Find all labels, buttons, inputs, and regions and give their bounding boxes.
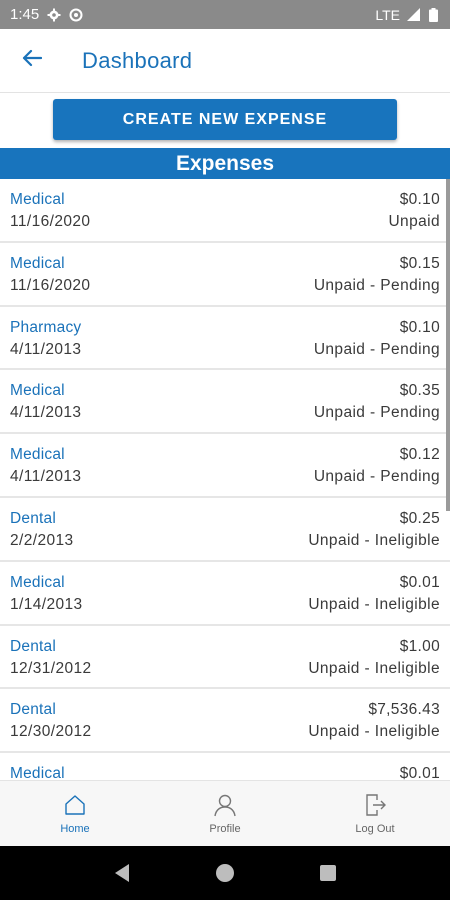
- item-left: Medical 1/14/2013: [10, 572, 83, 624]
- item-right: $0.01: [400, 763, 440, 780]
- expense-date: 4/11/2013: [10, 404, 82, 422]
- expense-list-item[interactable]: Dental 2/2/2013 $0.25 Unpaid - Ineligible: [0, 498, 450, 562]
- expense-category: Dental: [10, 637, 57, 655]
- status-right: LTE: [375, 7, 440, 23]
- expense-amount: $0.10: [399, 191, 440, 208]
- expense-category: Medical: [10, 382, 65, 400]
- expense-status: Unpaid - Pending: [313, 404, 440, 422]
- expense-status: Unpaid: [388, 213, 440, 230]
- expense-list-item[interactable]: Medical $0.01: [0, 753, 450, 780]
- expense-date: 11/16/2020: [10, 213, 91, 230]
- page-title: Dashboard: [82, 47, 193, 73]
- expense-amount: $0.12: [399, 446, 440, 464]
- expense-date: 1/14/2013: [10, 595, 83, 613]
- item-left: Medical 11/16/2020: [10, 189, 90, 241]
- expense-date: 12/31/2012: [10, 659, 92, 677]
- item-left: Medical 4/11/2013: [10, 380, 81, 432]
- expense-category: Medical: [10, 573, 65, 591]
- expense-status: Unpaid - Pending: [313, 276, 440, 294]
- status-left: 1:45: [10, 6, 83, 23]
- item-right: $0.12 Unpaid - Pending: [314, 444, 440, 496]
- create-new-expense-button[interactable]: CREATE NEW EXPENSE: [53, 99, 397, 140]
- home-icon: [62, 792, 88, 818]
- expense-amount: $0.15: [399, 254, 440, 272]
- expense-amount: $7,536.43: [368, 701, 440, 719]
- nav-item-home[interactable]: Home: [0, 781, 150, 846]
- app-bar: Dashboard: [0, 29, 450, 93]
- item-right: $0.10 Unpaid: [388, 189, 440, 241]
- nav-item-profile[interactable]: Profile: [150, 781, 300, 846]
- item-right: $0.25 Unpaid - Ineligible: [308, 508, 440, 560]
- expense-status: Unpaid - Ineligible: [308, 659, 440, 677]
- status-bar: 1:45 LTE: [0, 0, 450, 29]
- expense-category: Dental: [10, 701, 57, 719]
- expense-category: Medical: [10, 191, 65, 208]
- expense-date: 12/30/2012: [10, 723, 92, 741]
- settings-icon: [47, 8, 61, 22]
- expense-category: Dental: [10, 509, 57, 527]
- item-right: $0.01 Unpaid - Ineligible: [308, 572, 440, 624]
- bottom-nav: Home Profile Log Out: [0, 780, 450, 846]
- expense-category: Medical: [10, 254, 65, 272]
- back-triangle-icon[interactable]: [107, 858, 137, 888]
- expense-status: Unpaid - Pending: [313, 340, 440, 358]
- item-left: Dental 2/2/2013: [10, 508, 74, 560]
- expense-amount: $0.25: [399, 509, 440, 527]
- expense-list-item[interactable]: Medical 4/11/2013 $0.35 Unpaid - Pending: [0, 370, 450, 435]
- expense-list-item[interactable]: Dental 12/30/2012 $7,536.43 Unpaid - Inelig…: [0, 689, 450, 754]
- item-left: Medical 4/11/2013: [10, 444, 81, 496]
- item-right: $0.10 Unpaid - Pending: [314, 317, 440, 369]
- network-type: LTE: [375, 6, 400, 23]
- nav-label-home: Home: [60, 823, 90, 835]
- item-right: $0.35 Unpaid - Pending: [314, 380, 440, 432]
- expense-amount: $0.10: [399, 318, 440, 336]
- expense-list-item[interactable]: Medical 11/16/2020 $0.10 Unpaid: [0, 179, 450, 243]
- expense-amount: $0.01: [399, 573, 440, 591]
- expense-list-item[interactable]: Medical 1/14/2013 $0.01 Unpaid - Ineligible: [0, 562, 450, 626]
- expenses-header: Expenses: [0, 148, 450, 179]
- item-right: $7,536.43 Unpaid - Ineligible: [308, 699, 440, 751]
- expense-amount: $0.35: [399, 382, 440, 400]
- item-left: Dental 12/30/2012: [10, 699, 92, 751]
- expense-category: Medical: [10, 446, 65, 464]
- expense-status: Unpaid - Ineligible: [308, 595, 440, 613]
- expense-status: Unpaid - Pending: [313, 468, 440, 486]
- expense-list-item[interactable]: Medical 4/11/2013 $0.12 Unpaid - Pending: [0, 434, 450, 498]
- expense-category: Pharmacy: [10, 318, 82, 336]
- home-circle-icon[interactable]: [210, 858, 240, 888]
- arrow-left-icon: [22, 49, 43, 72]
- expense-list-item[interactable]: Pharmacy 4/11/2013 $0.10 Unpaid - Pending: [0, 307, 450, 371]
- expense-amount: $0.01: [399, 765, 440, 780]
- expense-list[interactable]: Medical 11/16/2020 $0.10 Unpaid Medical 11/16…: [0, 179, 450, 780]
- expense-amount: $1.00: [399, 637, 440, 655]
- back-button[interactable]: [0, 29, 64, 93]
- nav-label-profile: Profile: [209, 823, 241, 835]
- sync-icon: [69, 8, 83, 22]
- expense-category: Medical: [10, 765, 65, 780]
- expense-status: Unpaid - Ineligible: [308, 723, 440, 741]
- item-left: Medical 11/16/2020: [10, 253, 90, 305]
- logout-icon: [362, 792, 388, 818]
- expense-list-item[interactable]: Dental 12/31/2012 $1.00 Unpaid - Ineligible: [0, 626, 450, 690]
- profile-icon: [212, 792, 238, 818]
- item-left: Pharmacy 4/11/2013: [10, 317, 81, 369]
- expense-date: 4/11/2013: [10, 340, 82, 358]
- expense-date: 4/11/2013: [10, 468, 82, 486]
- item-right: $0.15 Unpaid - Pending: [314, 253, 440, 305]
- expense-status: Unpaid - Ineligible: [308, 531, 440, 549]
- status-time: 1:45: [10, 6, 40, 23]
- system-nav-bar: [0, 846, 450, 900]
- nav-item-logout[interactable]: Log Out: [300, 781, 450, 846]
- item-left: Dental 12/31/2012: [10, 636, 92, 688]
- expense-date: 11/16/2020: [10, 276, 91, 294]
- nav-label-logout: Log Out: [355, 823, 395, 835]
- expense-list-item[interactable]: Medical 11/16/2020 $0.15 Unpaid - Pending: [0, 243, 450, 307]
- battery-icon: [426, 7, 440, 22]
- scrollbar[interactable]: [446, 179, 450, 511]
- signal-icon: [406, 8, 420, 22]
- item-right: $1.00 Unpaid - Ineligible: [308, 636, 440, 688]
- item-left: Medical: [10, 763, 65, 780]
- expense-date: 2/2/2013: [10, 531, 74, 549]
- recents-square-icon[interactable]: [313, 858, 343, 888]
